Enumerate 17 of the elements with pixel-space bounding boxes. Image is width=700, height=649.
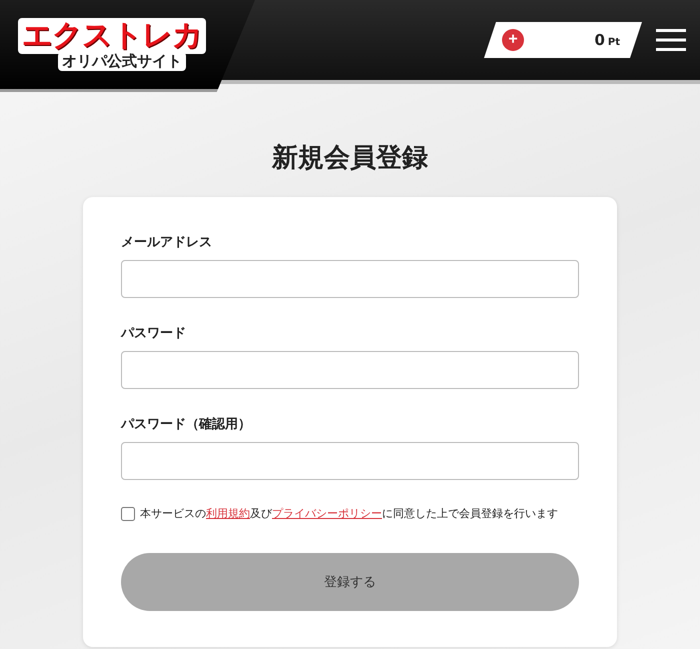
add-points-button[interactable]: + [502,29,524,51]
menu-icon[interactable] [656,28,686,52]
field-label: メールアドレス [121,234,213,251]
logo-title: エクストレカ [18,18,206,54]
page-title: 新規会員登録 [270,142,429,175]
agreement-text: 本サービスの利用規約及びプライバシーポリシーに同意した上で会員登録を行います [140,506,558,521]
field-label: パスワード [121,325,187,342]
terms-link[interactable]: 利用規約 [206,507,250,520]
logo[interactable]: エクストレカ オリパ公式サイト [0,0,255,92]
terms-link[interactable]: プライバシーポリシー [272,507,382,520]
input-field[interactable] [121,260,579,298]
input-field[interactable] [121,442,579,480]
logo-subtitle: オリパ公式サイト [58,52,186,71]
field-label: パスワード（確認用） [121,416,252,433]
input-field[interactable] [121,351,579,389]
points-value: 0 Pt [594,31,620,49]
agreement-checkbox[interactable] [121,506,135,520]
